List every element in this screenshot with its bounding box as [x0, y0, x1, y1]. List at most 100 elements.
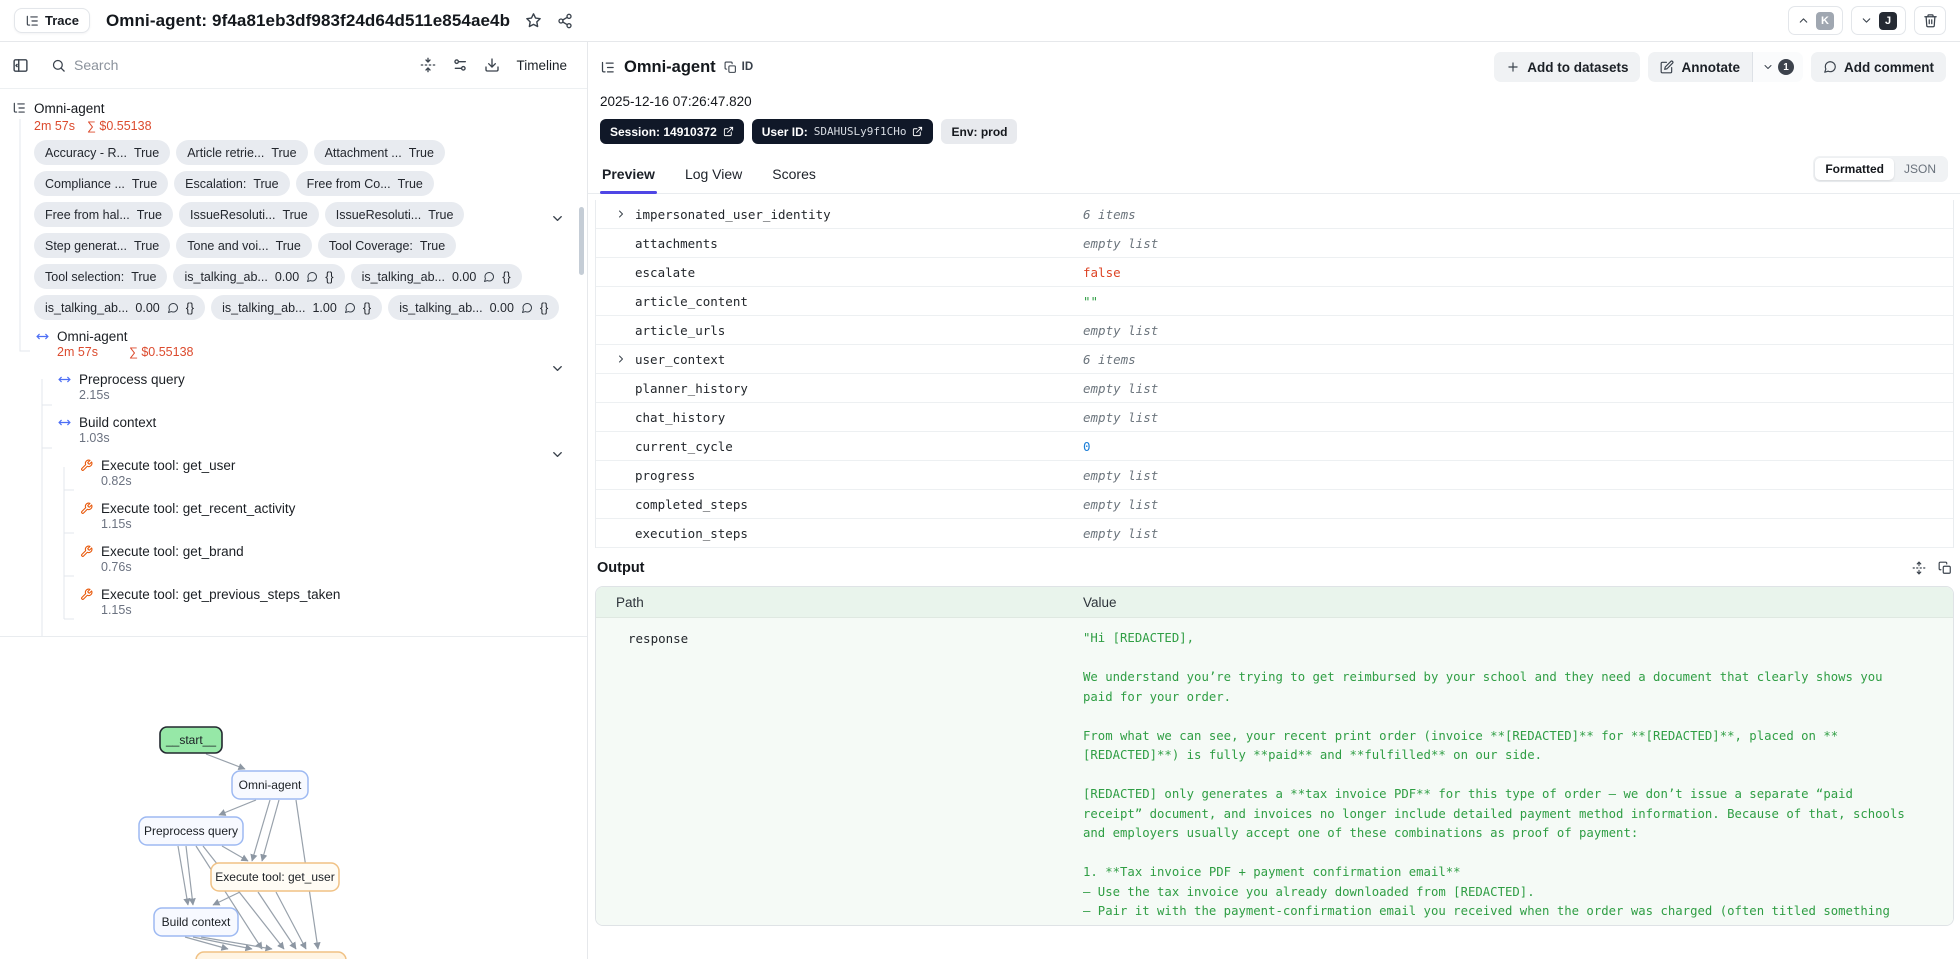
trace-span-tree: Omni-agent 2m 57s ∑ $0.55138 Accuracy - …: [0, 89, 587, 637]
tree-root-metrics: 2m 57s ∑ $0.55138: [34, 117, 587, 135]
collapse-sidebar-icon[interactable]: [12, 57, 29, 74]
span-metrics: 2m 57s ∑ $0.55138: [57, 345, 194, 359]
score-badge[interactable]: Tone and voi... True: [176, 233, 312, 258]
add-comment-button[interactable]: Add comment: [1810, 52, 1946, 82]
id-label[interactable]: ID: [742, 61, 754, 73]
tree-span-get-user[interactable]: Execute tool: get_user: [80, 457, 587, 473]
collapse-agent-chevron[interactable]: [550, 361, 565, 376]
format-json[interactable]: JSON: [1894, 158, 1946, 180]
output-path-cell: response: [628, 631, 689, 646]
display-settings-icon[interactable]: [452, 57, 468, 73]
graph-node-build-context[interactable]: Build context: [153, 907, 239, 937]
tree-span-build-context[interactable]: Build context: [58, 414, 587, 430]
output-response-row[interactable]: response "Hi [REDACTED], We understand y…: [596, 618, 1953, 925]
kv-row[interactable]: completed_steps empty list: [596, 490, 1953, 519]
score-badge[interactable]: Attachment ... True: [313, 140, 445, 165]
agent-graph-panel: __start__ Omni-agent Preprocess query Ex…: [0, 637, 587, 959]
tree-root-row[interactable]: Omni-agent: [12, 99, 587, 117]
tree-span-preprocess-query[interactable]: Preprocess query: [58, 371, 587, 387]
agent-graph: __start__ Omni-agent Preprocess query Ex…: [138, 726, 347, 959]
user-id-badge[interactable]: User ID: SDAHUSLy9f1CHo: [751, 119, 934, 144]
graph-node-get-user[interactable]: Execute tool: get_user: [210, 862, 340, 892]
tab-preview[interactable]: Preview: [600, 166, 657, 194]
copy-id-icon[interactable]: [724, 61, 737, 74]
score-badge[interactable]: IssueResoluti... True: [324, 202, 465, 227]
root-cost: ∑ $0.55138: [87, 119, 152, 133]
score-badge[interactable]: IssueResoluti... True: [179, 202, 319, 227]
tab-scores[interactable]: Scores: [770, 166, 818, 193]
score-badge[interactable]: is_talking_ab... 0.00{}: [34, 295, 206, 320]
kv-row[interactable]: progress empty list: [596, 461, 1953, 490]
add-to-datasets-button[interactable]: Add to datasets: [1494, 52, 1641, 82]
graph-node-omni-agent[interactable]: Omni-agent: [231, 770, 309, 800]
kv-row[interactable]: attachments empty list: [596, 229, 1953, 258]
sidebar-scrollbar[interactable]: [579, 207, 584, 275]
collapse-scores-chevron[interactable]: [550, 211, 565, 226]
trace-meta-badges: Session: 14910372 User ID: SDAHUSLy9f1CH…: [600, 119, 1946, 144]
span-type-icon: [36, 330, 49, 343]
collapse-build-context-chevron[interactable]: [550, 447, 565, 462]
observation-title: Omni-agent: [624, 57, 716, 76]
score-badge[interactable]: Escalation: True: [174, 171, 290, 196]
comment-icon: [307, 271, 318, 282]
score-badge[interactable]: Step generat... True: [34, 233, 171, 258]
format-toggle: Formatted JSON: [1813, 156, 1948, 182]
kv-row[interactable]: current_cycle 0: [596, 432, 1953, 461]
graph-node-start[interactable]: __start__: [159, 726, 223, 754]
download-icon[interactable]: [484, 57, 500, 73]
tree-span-omni-agent[interactable]: Omni-agent: [36, 328, 587, 344]
share-icon[interactable]: [557, 13, 573, 29]
detail-header: Omni-agent ID Add to datasets Annotate 1…: [588, 42, 1960, 144]
kv-row[interactable]: user_context 6 items: [596, 345, 1953, 374]
output-heading: Output: [597, 560, 645, 576]
trace-tree-sidebar: Timeline Omni-agent 2m 57s ∑ $0.55138: [0, 42, 588, 959]
score-badge[interactable]: Free from hal... True: [34, 202, 173, 227]
expand-row-chevron[interactable]: [615, 353, 627, 365]
score-badge[interactable]: Accuracy - R... True: [34, 140, 171, 165]
copy-output-icon[interactable]: [1938, 561, 1952, 575]
kv-row[interactable]: escalate false: [596, 258, 1953, 287]
bookmark-star-icon[interactable]: [525, 12, 542, 29]
expand-output-icon[interactable]: [1912, 561, 1926, 575]
timeline-toggle[interactable]: Timeline: [516, 58, 567, 73]
graph-node-partial[interactable]: [195, 951, 347, 959]
collapse-all-icon[interactable]: [420, 57, 436, 73]
external-link-icon: [913, 126, 923, 137]
tree-span-get-previous-steps-taken[interactable]: Execute tool: get_previous_steps_taken: [80, 586, 587, 602]
kv-row[interactable]: planner_history empty list: [596, 374, 1953, 403]
score-badge[interactable]: is_talking_ab... 1.00{}: [211, 295, 383, 320]
score-badge[interactable]: Tool selection: True: [34, 264, 168, 289]
tool-wrench-icon: [80, 502, 93, 515]
tree-span-get-recent-activity[interactable]: Execute tool: get_recent_activity: [80, 500, 587, 516]
annotate-button[interactable]: Annotate: [1648, 52, 1752, 82]
graph-node-preprocess-query[interactable]: Preprocess query: [138, 816, 244, 846]
search-icon: [52, 59, 65, 72]
score-badge[interactable]: is_talking_ab... 0.00{}: [350, 264, 522, 289]
tab-log-view[interactable]: Log View: [683, 166, 744, 193]
next-trace-button[interactable]: J: [1851, 6, 1906, 35]
tree-span-get-brand[interactable]: Execute tool: get_brand: [80, 543, 587, 559]
expand-row-chevron[interactable]: [615, 208, 627, 220]
external-link-icon: [723, 126, 733, 137]
search-box[interactable]: [51, 57, 404, 73]
session-badge[interactable]: Session: 14910372: [600, 119, 744, 144]
svg-text:Build context: Build context: [162, 915, 231, 929]
kv-row[interactable]: article_urls empty list: [596, 316, 1953, 345]
kv-row[interactable]: impersonated_user_identity 6 items: [596, 200, 1953, 229]
score-badge[interactable]: is_talking_ab... 0.00{}: [173, 264, 345, 289]
kv-row[interactable]: chat_history empty list: [596, 403, 1953, 432]
score-badge[interactable]: is_talking_ab... 0.00{}: [388, 295, 560, 320]
kv-row[interactable]: execution_steps empty list: [596, 519, 1953, 548]
kv-row[interactable]: article_content "": [596, 287, 1953, 316]
score-badge[interactable]: Article retrie... True: [176, 140, 308, 165]
search-input[interactable]: [74, 57, 274, 73]
prev-trace-button[interactable]: K: [1788, 6, 1843, 35]
annotate-button-group: Annotate 1: [1648, 52, 1803, 82]
delete-trace-button[interactable]: [1914, 6, 1946, 35]
annotate-dropdown-button[interactable]: 1: [1751, 52, 1803, 82]
score-badge[interactable]: Compliance ... True: [34, 171, 169, 196]
score-badge[interactable]: Free from Co... True: [295, 171, 434, 196]
score-badge[interactable]: Tool Coverage: True: [317, 233, 457, 258]
svg-text:Execute tool: get_user: Execute tool: get_user: [215, 870, 334, 884]
format-formatted[interactable]: Formatted: [1815, 158, 1894, 180]
